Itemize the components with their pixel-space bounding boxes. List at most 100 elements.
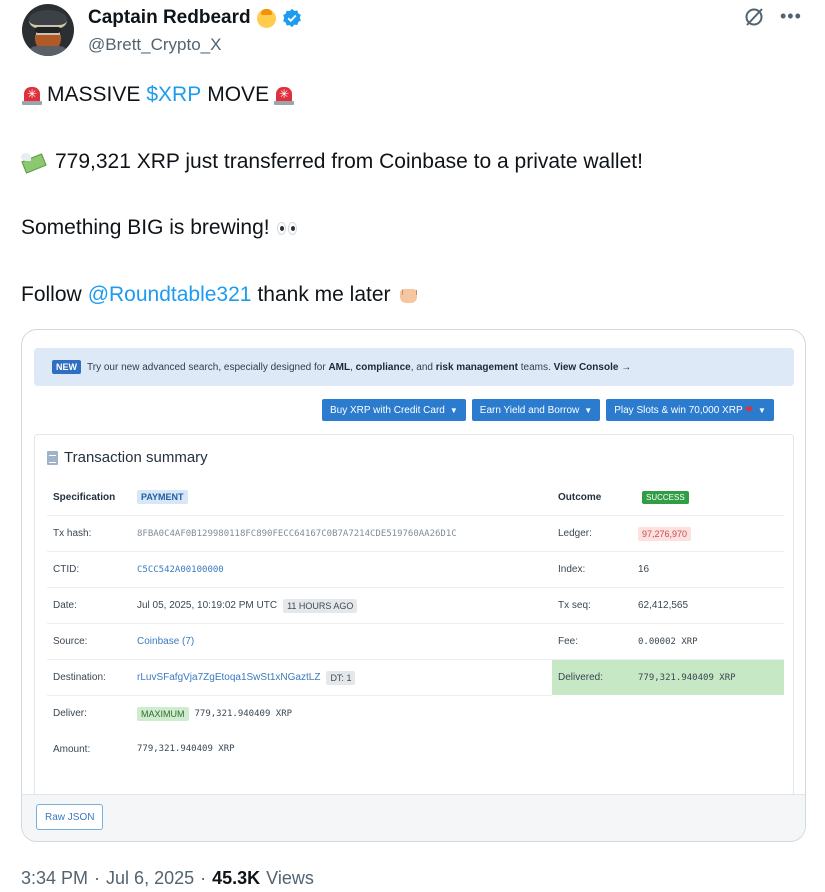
avatar-sunglasses <box>35 27 61 33</box>
heart-icon: ❤ <box>744 404 754 416</box>
deliver-value: 779,321.940409 XRP <box>194 708 293 719</box>
mention-roundtable-link[interactable]: @Roundtable321 <box>88 283 252 307</box>
earn-yield-label: Earn Yield and Borrow <box>479 404 580 416</box>
buy-xrp-label: Buy XRP with Credit Card <box>330 404 445 416</box>
advanced-search-notice: NEW Try our new advanced search, especia… <box>34 348 794 386</box>
promo-actions: Buy XRP with Credit Card ▼ Earn Yield and… <box>322 399 774 421</box>
tx-seq-label: Tx seq: <box>558 600 591 611</box>
notice-text-a: Try our new advanced search, especially … <box>87 361 326 373</box>
row-amount: Amount: 779,321.940409 XRP <box>47 731 552 767</box>
row-index: Index: 16 <box>552 551 784 587</box>
date-label: Date: <box>53 600 77 611</box>
ledger-value[interactable]: 97,276,970 <box>638 526 692 541</box>
tx-hash-label: Tx hash: <box>53 528 92 539</box>
payment-type-badge: PAYMENT <box>137 490 188 504</box>
transaction-summary-title: Transaction summary <box>64 449 208 466</box>
panel-footer <box>22 794 805 841</box>
notice-text-b: , and <box>410 361 433 373</box>
success-badge: SUCCESS <box>642 490 689 504</box>
source-value[interactable]: Coinbase (7) <box>137 636 194 647</box>
row-tx-seq: Tx seq: 62,412,565 <box>552 587 784 623</box>
ctid-label: CTID: <box>53 564 80 575</box>
ledger-label: Ledger: <box>558 528 592 539</box>
tweet-media-image[interactable]: NEW Try our new advanced search, especia… <box>21 329 806 842</box>
tweet-text-massive: MASSIVE <box>47 83 141 106</box>
new-badge: NEW <box>52 360 81 374</box>
destination-label: Destination: <box>53 672 106 683</box>
tweet-date[interactable]: Jul 6, 2025 <box>106 868 194 889</box>
tweet-text-thank: thank me later <box>257 283 391 306</box>
money-with-wings-icon <box>21 151 49 174</box>
tweet-text-line-1: ✳ MASSIVE $XRP MOVE ✳ <box>21 83 295 107</box>
row-source: Source: Coinbase (7) <box>47 623 552 659</box>
row-destination: Destination: rLuvSFafgVja7ZgEtoqa1SwSt1x… <box>47 659 552 695</box>
separator-dot: · <box>94 868 101 888</box>
source-label: Source: <box>53 636 88 647</box>
tweet-metadata: 3:34 PM · Jul 6, 2025 · 45.3K Views <box>21 868 314 889</box>
view-console-link[interactable]: View Console → <box>554 362 632 373</box>
amount-label: Amount: <box>53 743 91 755</box>
maximum-badge: MAXIMUM <box>137 706 189 721</box>
ctid-value[interactable]: C5CC542A00100000 <box>137 565 224 575</box>
fee-value: 0.00002 XRP <box>638 636 698 647</box>
time-ago-badge: 11 HOURS AGO <box>283 598 358 613</box>
notice-compliance: compliance <box>355 361 411 373</box>
tweet-text-move: MOVE <box>207 83 270 106</box>
tweet-text-follow: Follow <box>21 283 82 306</box>
eyes-emoji-icon <box>276 221 297 235</box>
author-name-line: Captain Redbeard <box>88 7 302 29</box>
row-fee: Fee: 0.00002 XRP <box>552 623 784 659</box>
tx-hash-value[interactable]: 8FBA0C4AF0B129980118FC890FECC64167C0B7A7… <box>137 529 457 539</box>
row-ctid: CTID: C5CC542A00100000 <box>47 551 552 587</box>
specification-label: Specification <box>53 491 116 503</box>
date-value: Jul 05, 2025, 10:19:02 PM UTC <box>137 600 278 611</box>
views-label: Views <box>266 868 314 888</box>
tweet-text-line-2: 779,321 XRP just transferred from Coinba… <box>21 150 643 174</box>
outcome-label: Outcome <box>558 491 602 503</box>
tweet-text-transfer: 779,321 XRP just transferred from Coinba… <box>55 150 643 173</box>
row-outcome: Outcome SUCCESS <box>552 479 784 515</box>
caret-down-icon: ▼ <box>584 405 593 415</box>
police-light-icon: ✳ <box>273 84 295 106</box>
notice-comma: , <box>350 361 353 373</box>
police-light-icon: ✳ <box>21 84 43 106</box>
author-display-name[interactable]: Captain Redbeard <box>88 7 251 29</box>
notice-text-c: teams. <box>520 361 551 373</box>
construction-worker-emoji-icon <box>256 8 276 28</box>
earn-yield-button[interactable]: Earn Yield and Borrow ▼ <box>471 399 601 421</box>
transaction-summary-panel: Transaction summary Specification PAYMEN… <box>34 434 794 799</box>
grok-icon[interactable] <box>743 6 765 28</box>
more-options-icon[interactable]: ••• <box>780 6 802 27</box>
destination-address[interactable]: rLuvSFafgVja7ZgEtoqa1SwSt1xNGaztLZ <box>137 672 320 683</box>
verified-badge-icon[interactable] <box>282 8 302 28</box>
caret-down-icon: ▼ <box>449 405 458 415</box>
row-deliver: Deliver: MAXIMUM 779,321.940409 XRP <box>47 695 552 731</box>
tx-seq-value: 62,412,565 <box>638 600 689 611</box>
play-slots-label: Play Slots & win 70,000 XRP <box>614 404 743 416</box>
destination-tag-badge: DT: 1 <box>326 670 356 685</box>
fist-bump-emoji-icon <box>397 284 419 306</box>
index-label: Index: <box>558 564 586 575</box>
buy-xrp-button[interactable]: Buy XRP with Credit Card ▼ <box>322 399 466 421</box>
author-avatar[interactable] <box>22 4 74 56</box>
deliver-label: Deliver: <box>53 708 87 719</box>
row-tx-hash: Tx hash: 8FBA0C4AF0B129980118FC890FECC64… <box>47 515 552 551</box>
row-specification: Specification PAYMENT <box>47 479 552 515</box>
delivered-label: Delivered: <box>558 672 604 683</box>
views-count: 45.3K <box>212 868 261 888</box>
row-ledger: Ledger: 97,276,970 <box>552 515 784 551</box>
tweet-text-line-4: Follow @Roundtable321 thank me later <box>21 283 419 307</box>
separator-dot: · <box>200 868 207 888</box>
tweet-time[interactable]: 3:34 PM <box>21 868 88 889</box>
row-delivered: Delivered: 779,321.940409 XRP <box>552 659 784 695</box>
notice-risk-management: risk management <box>435 361 518 373</box>
raw-json-button[interactable]: Raw JSON <box>36 804 104 830</box>
author-handle[interactable]: @Brett_Crypto_X <box>88 35 221 55</box>
fee-label: Fee: <box>558 636 579 647</box>
tweet-text-line-3: Something BIG is brewing! <box>21 216 297 240</box>
play-slots-button[interactable]: Play Slots & win 70,000 XRP ❤ ▼ <box>606 399 774 421</box>
notice-aml: AML <box>328 361 351 373</box>
document-icon <box>47 450 58 465</box>
delivered-value: 779,321.940409 XRP <box>638 672 736 683</box>
cashtag-xrp-link[interactable]: $XRP <box>146 83 201 107</box>
